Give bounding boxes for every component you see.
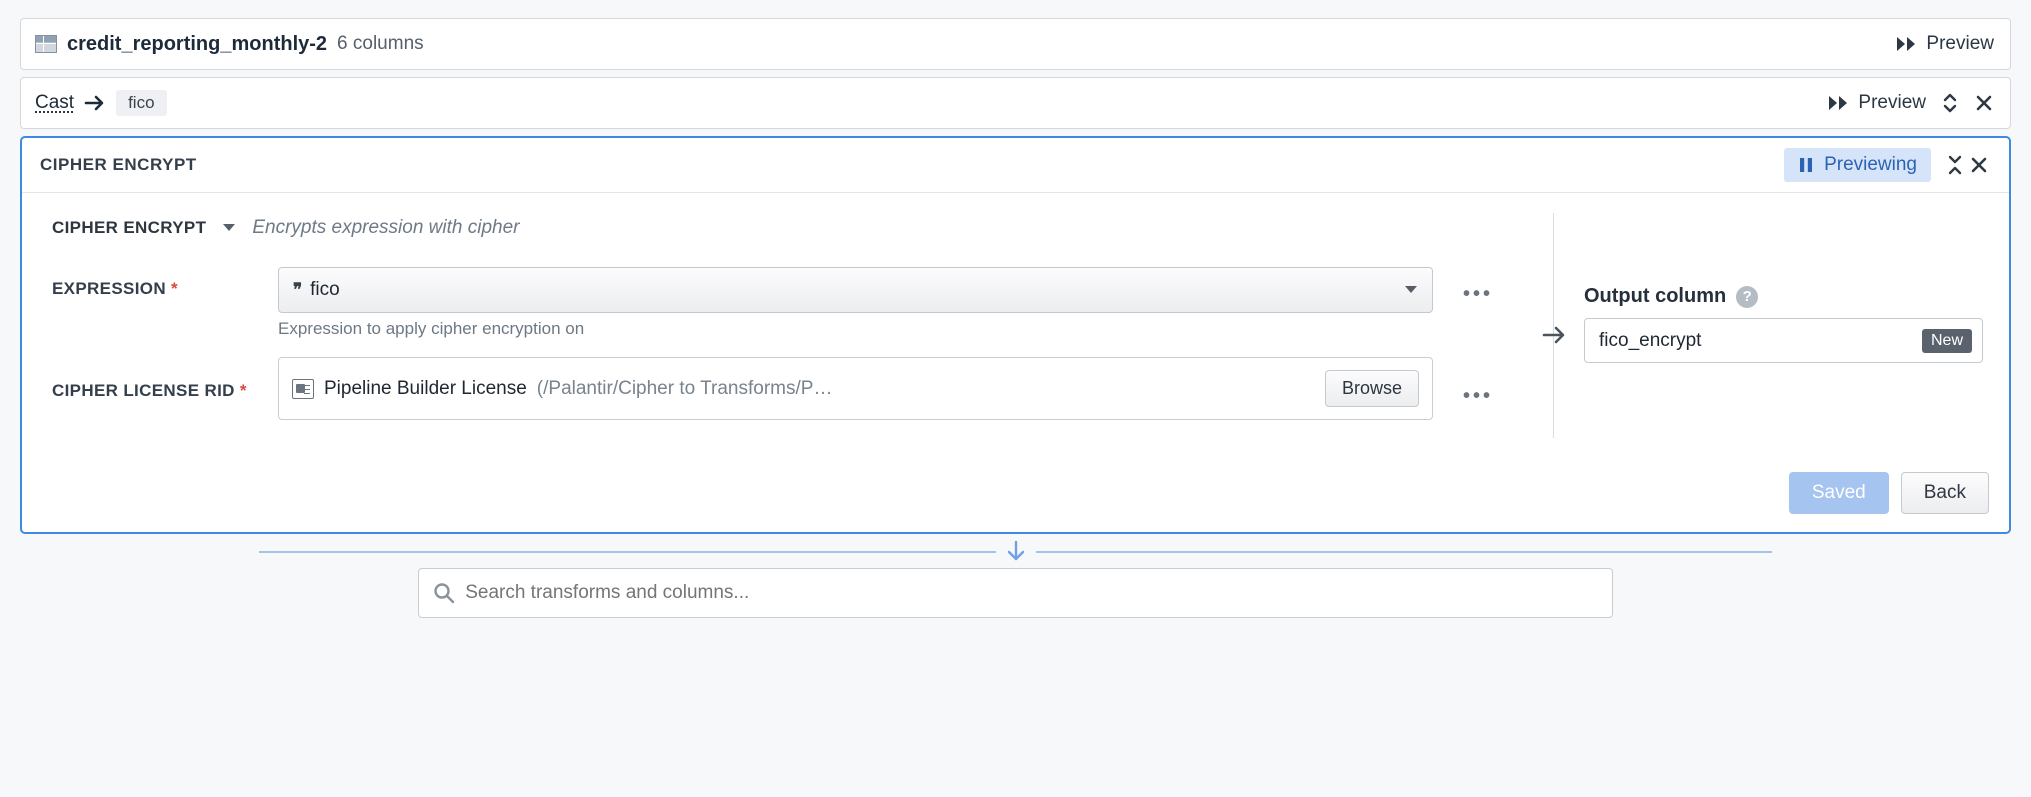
function-name: CIPHER ENCRYPT [52, 218, 206, 238]
arrow-down-icon [1006, 540, 1026, 564]
cast-preview-button[interactable]: Preview [1826, 88, 1928, 118]
panel-left: CIPHER ENCRYPT Encrypts expression with … [52, 213, 1553, 438]
license-path: (/Palantir/Cipher to Transforms/P… [537, 378, 1315, 400]
dataset-name: credit_reporting_monthly-2 [67, 33, 327, 56]
license-box: Pipeline Builder License (/Palantir/Ciph… [278, 357, 1433, 420]
cast-column-chip[interactable]: fico [116, 90, 166, 116]
param-expression: EXPRESSION * ❞ fico Expression to apply … [52, 267, 1433, 339]
pause-icon [1798, 157, 1814, 173]
param-license-label: CIPHER LICENSE RID * [52, 357, 266, 401]
cast-preview-label: Preview [1858, 92, 1926, 114]
dataset-columns: 6 columns [337, 33, 424, 55]
search-icon [433, 582, 455, 604]
fast-forward-icon [1896, 35, 1918, 53]
function-description: Encrypts expression with cipher [252, 217, 519, 239]
new-badge: New [1922, 329, 1972, 353]
output-column-input[interactable]: New [1584, 318, 1983, 363]
connector-line [1036, 551, 1773, 553]
cast-card: Cast fico Preview [20, 77, 2011, 129]
help-icon[interactable]: ? [1736, 286, 1758, 308]
param-expression-label: EXPRESSION * [52, 267, 266, 299]
panel-footer: Saved Back [22, 458, 2009, 532]
collapse-vertical-icon[interactable] [1943, 150, 1967, 180]
dataset-preview-label: Preview [1926, 33, 1994, 55]
expression-value: fico [310, 279, 340, 301]
quote-icon: ❞ [293, 280, 300, 300]
dataset-preview-button[interactable]: Preview [1894, 29, 1996, 59]
transform-search-input[interactable] [465, 582, 1598, 604]
browse-button[interactable]: Browse [1325, 370, 1419, 407]
cast-link[interactable]: Cast [35, 92, 74, 114]
license-more-icon[interactable]: ••• [1463, 379, 1493, 414]
panel-header: CIPHER ENCRYPT Previewing [22, 138, 2009, 193]
param-license: CIPHER LICENSE RID * Pipeline Builder Li… [52, 357, 1433, 420]
cipher-encrypt-panel: CIPHER ENCRYPT Previewing CIPHER ENCRYPT… [20, 136, 2011, 534]
arrow-right-icon [84, 95, 106, 111]
expression-dropdown[interactable]: ❞ fico [278, 267, 1433, 313]
function-row: CIPHER ENCRYPT Encrypts expression with … [52, 213, 1433, 239]
chevron-down-icon [1404, 285, 1418, 295]
connector [20, 540, 2011, 564]
back-button[interactable]: Back [1901, 472, 1989, 514]
expand-collapse-icon[interactable] [1938, 88, 1962, 118]
license-name: Pipeline Builder License [324, 378, 527, 400]
panel-right: Output column ? New [1553, 213, 1983, 438]
panel-body: CIPHER ENCRYPT Encrypts expression with … [22, 193, 2009, 458]
chevron-down-icon[interactable] [222, 223, 236, 233]
table-icon [35, 35, 57, 53]
expression-more-icon[interactable]: ••• [1463, 277, 1493, 312]
connector-line [259, 551, 996, 553]
saved-button[interactable]: Saved [1789, 472, 1889, 514]
output-column-field[interactable] [1599, 330, 1912, 352]
panel-close-icon[interactable] [1967, 152, 1991, 178]
previewing-label: Previewing [1824, 154, 1917, 176]
dataset-card: credit_reporting_monthly-2 6 columns Pre… [20, 18, 2011, 70]
expression-helper: Expression to apply cipher encryption on [278, 319, 1433, 339]
panel-title: CIPHER ENCRYPT [40, 155, 197, 175]
close-icon[interactable] [1972, 90, 1996, 116]
fast-forward-icon [1828, 94, 1850, 112]
arrow-right-icon [1542, 325, 1568, 345]
transform-search[interactable] [418, 568, 1613, 618]
license-file-icon [292, 379, 314, 399]
previewing-badge[interactable]: Previewing [1784, 148, 1931, 182]
output-column-label: Output column ? [1584, 285, 1983, 308]
